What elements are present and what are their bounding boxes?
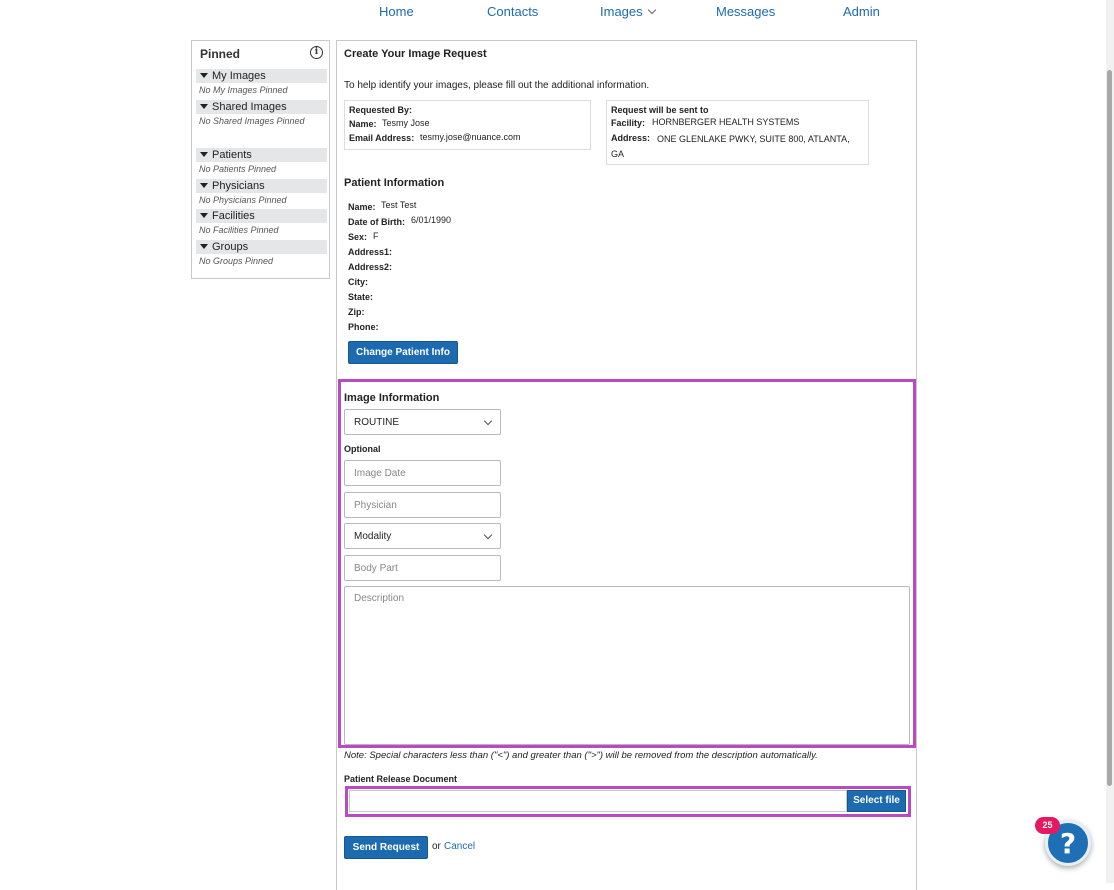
pinned-group-header[interactable]: Physicians [196, 179, 327, 193]
triangle-down-icon [200, 213, 208, 218]
pinned-group-my-images: My Images No My Images Pinned [196, 69, 327, 95]
notification-badge: 25 [1035, 817, 1060, 834]
nav-images-label: Images [600, 4, 643, 19]
priority-select[interactable]: ROUTINE [344, 409, 501, 435]
requester-email-value: tesmy.jose@nuance.com [420, 132, 521, 142]
pinned-group-physicians: Physicians No Physicians Pinned [196, 179, 327, 205]
patient-sex-label: Sex: [348, 232, 368, 242]
pinned-group-header[interactable]: Facilities [196, 209, 327, 223]
pinned-group-groups: Groups No Groups Pinned [196, 240, 327, 266]
pinned-group-label: My Images [212, 70, 266, 82]
pinned-panel: Pinned i My Images No My Images Pinned S… [191, 40, 330, 279]
intro-text: To help identify your images, please fil… [344, 80, 650, 91]
address-value: ONE GLENLAKE PWKY, SUITE 800, ATLANTA, G… [611, 134, 850, 159]
cancel-link[interactable]: Cancel [444, 841, 475, 852]
pinned-group-label: Groups [212, 241, 249, 253]
patient-address1-label: Address1: [348, 247, 393, 257]
pinned-group-label: Patients [212, 149, 252, 161]
modality-select[interactable]: Modality [344, 523, 501, 549]
page-scrollbar[interactable] [1106, 0, 1114, 883]
requested-by-box: Requested By: Name: Tesmy Jose Email Add… [344, 100, 591, 150]
body-part-field[interactable]: Body Part [344, 555, 501, 581]
triangle-down-icon [200, 244, 208, 249]
triangle-down-icon [200, 73, 208, 78]
patient-address2-label: Address2: [348, 262, 393, 272]
description-placeholder: Description [354, 593, 405, 604]
pinned-group-label: Facilities [212, 210, 255, 222]
patient-sex-value: F [373, 231, 379, 241]
chevron-down-icon [483, 416, 493, 426]
patient-city-label: City: [348, 277, 368, 287]
nav-images[interactable]: Images [600, 4, 656, 19]
chevron-down-icon [483, 530, 493, 540]
patient-dob-label: Date of Birth: [348, 217, 405, 227]
physician-placeholder: Physician [354, 500, 397, 511]
image-date-placeholder: Image Date [354, 468, 406, 479]
patient-state-label: State: [348, 292, 374, 302]
physician-field[interactable]: Physician [344, 492, 501, 518]
pinned-empty-text: No Shared Images Pinned [199, 116, 305, 126]
pinned-title: Pinned [200, 47, 241, 61]
patient-name-value: Test Test [381, 200, 417, 210]
triangle-down-icon [200, 183, 208, 188]
modality-select-value: Modality [354, 531, 392, 542]
pinned-empty-text: No My Images Pinned [199, 85, 288, 95]
facility-label: Facility: [611, 118, 646, 128]
change-patient-info-button[interactable]: Change Patient Info [348, 341, 458, 364]
image-info-heading: Image Information [344, 392, 440, 404]
image-date-field[interactable]: Image Date [344, 460, 501, 486]
pinned-group-shared-images: Shared Images No Shared Images Pinned [196, 100, 327, 126]
requester-email-label: Email Address: [349, 133, 415, 143]
triangle-down-icon [200, 152, 208, 157]
pinned-empty-text: No Patients Pinned [199, 164, 277, 174]
pinned-group-header[interactable]: Patients [196, 148, 327, 162]
release-file-input[interactable] [349, 790, 847, 812]
pinned-group-label: Physicians [212, 180, 265, 192]
description-note: Note: Special characters less than ("<")… [344, 750, 818, 761]
triangle-down-icon [200, 104, 208, 109]
pinned-empty-text: No Groups Pinned [199, 256, 274, 266]
sent-to-heading: Request will be sent to [611, 105, 709, 115]
or-text: or [432, 841, 441, 852]
facility-value: HORNBERGER HEALTH SYSTEMS [652, 117, 800, 127]
nav-messages[interactable]: Messages [716, 4, 775, 19]
select-file-button[interactable]: Select file [847, 790, 906, 812]
requester-name-label: Name: [349, 119, 377, 129]
pinned-group-header[interactable]: Groups [196, 240, 327, 254]
patient-dob-value: 6/01/1990 [411, 215, 452, 225]
requester-name-value: Tesmy Jose [382, 118, 430, 128]
info-icon[interactable]: i [310, 46, 323, 59]
nav-admin[interactable]: Admin [843, 4, 880, 19]
pinned-group-patients: Patients No Patients Pinned [196, 148, 327, 174]
nav-home[interactable]: Home [379, 4, 414, 19]
description-textarea[interactable]: Description [344, 586, 910, 745]
requested-by-heading: Requested By: [349, 105, 413, 115]
image-request-panel: Create Your Image Request To help identi… [336, 40, 917, 890]
scrollbar-thumb[interactable] [1107, 70, 1112, 786]
patient-phone-label: Phone: [348, 322, 379, 332]
pinned-group-label: Shared Images [212, 101, 287, 113]
priority-select-value: ROUTINE [354, 417, 399, 428]
body-part-placeholder: Body Part [354, 563, 398, 574]
send-request-button[interactable]: Send Request [344, 836, 428, 859]
optional-label: Optional [344, 444, 381, 454]
release-document-label: Patient Release Document [344, 774, 458, 784]
pinned-group-facilities: Facilities No Facilities Pinned [196, 209, 327, 235]
pinned-group-header[interactable]: Shared Images [196, 100, 327, 114]
patient-name-label: Name: [348, 202, 376, 212]
pinned-group-header[interactable]: My Images [196, 69, 327, 83]
nav-contacts[interactable]: Contacts [487, 4, 538, 19]
sent-to-box: Request will be sent to Facility: HORNBE… [606, 100, 869, 165]
patient-zip-label: Zip: [348, 307, 365, 317]
page-title: Create Your Image Request [344, 48, 487, 60]
pinned-empty-text: No Facilities Pinned [199, 225, 279, 235]
patient-info-heading: Patient Information [344, 177, 445, 189]
pinned-empty-text: No Physicians Pinned [199, 195, 287, 205]
chevron-down-icon [647, 5, 656, 15]
